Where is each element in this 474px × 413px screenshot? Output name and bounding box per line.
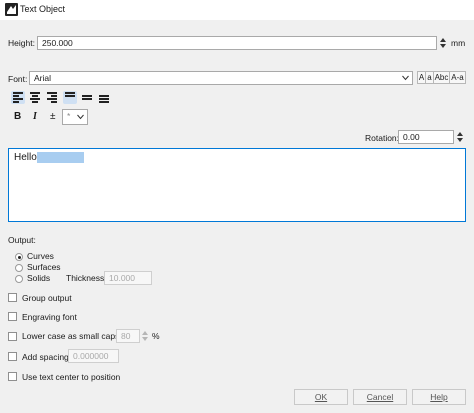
group-output-label: Group output xyxy=(22,293,72,303)
add-spacing-label: Add spacing xyxy=(22,352,69,362)
height-label: Height: xyxy=(8,38,35,48)
chevron-down-icon xyxy=(77,114,84,120)
spin-up-icon[interactable] xyxy=(457,132,463,136)
radio-curves[interactable] xyxy=(15,253,23,261)
rotation-input[interactable]: 0.00 xyxy=(398,130,454,144)
cancel-button-label: Cancel xyxy=(366,392,394,402)
lower-case-checkbox[interactable] xyxy=(8,332,17,341)
engraving-font-checkbox[interactable] xyxy=(8,312,17,321)
symbol-dropdown[interactable]: * xyxy=(62,109,88,125)
radio-solids[interactable] xyxy=(15,275,23,283)
valign-middle-button[interactable] xyxy=(80,91,94,104)
valign-top-button[interactable] xyxy=(63,91,77,104)
height-spinner[interactable] xyxy=(439,36,448,50)
height-input[interactable]: 250.000 xyxy=(37,36,437,50)
height-unit: mm xyxy=(451,38,466,48)
use-text-center-label: Use text center to position xyxy=(22,372,121,382)
add-spacing-checkbox[interactable] xyxy=(8,352,17,361)
togglecase-button[interactable]: A-a xyxy=(449,71,466,84)
ok-button[interactable]: OK xyxy=(294,389,348,405)
thickness-input[interactable]: 10.000 xyxy=(104,271,152,285)
rotation-spinner[interactable] xyxy=(456,130,465,144)
lower-case-label: Lower case as small caps xyxy=(22,331,120,341)
radio-surfaces[interactable] xyxy=(15,264,23,272)
help-button[interactable]: Help xyxy=(412,389,466,405)
align-left-button[interactable] xyxy=(11,91,25,104)
radio-solids-label: Solids xyxy=(27,273,51,283)
app-icon xyxy=(5,3,18,16)
title-bar xyxy=(0,0,474,20)
thickness-label: Thickness: xyxy=(66,273,107,283)
chevron-down-icon xyxy=(402,75,409,81)
ok-button-label: OK xyxy=(314,392,328,402)
radio-surfaces-label: Surfaces xyxy=(27,262,61,272)
radio-curves-label: Curves xyxy=(27,251,54,261)
text-input-area[interactable]: Hello xyxy=(8,148,466,222)
font-value: Arial xyxy=(34,73,52,83)
use-text-center-checkbox[interactable] xyxy=(8,372,17,381)
bold-button[interactable]: B xyxy=(14,111,21,122)
small-caps-percent-input[interactable]: 80 xyxy=(116,329,140,343)
percent-unit: % xyxy=(152,331,160,341)
symbol-value: * xyxy=(67,111,71,121)
spin-down-icon[interactable] xyxy=(440,44,446,48)
engraving-font-label: Engraving font xyxy=(22,312,77,322)
spin-down-icon[interactable] xyxy=(142,337,148,341)
small-caps-spinner[interactable] xyxy=(141,329,150,343)
valign-bottom-button[interactable] xyxy=(97,91,111,104)
titlecase-button[interactable]: Abc xyxy=(433,71,450,84)
group-output-checkbox[interactable] xyxy=(8,293,17,302)
help-button-label: Help xyxy=(430,392,448,402)
strikethrough-button[interactable]: ± xyxy=(50,111,56,122)
font-select[interactable]: Arial xyxy=(29,71,413,85)
spin-down-icon[interactable] xyxy=(457,138,463,142)
output-label: Output: xyxy=(8,235,36,245)
text-content: Hello xyxy=(14,152,37,163)
align-center-button[interactable] xyxy=(28,91,42,104)
add-spacing-input[interactable]: 0.000000 xyxy=(68,349,119,363)
font-label: Font: xyxy=(8,74,28,84)
align-right-button[interactable] xyxy=(45,91,59,104)
rotation-label: Rotation: xyxy=(365,133,400,143)
text-selection xyxy=(37,152,84,163)
spin-up-icon[interactable] xyxy=(440,38,446,42)
spin-up-icon[interactable] xyxy=(142,331,148,335)
window-title: Text Object xyxy=(20,4,66,14)
cancel-button[interactable]: Cancel xyxy=(353,389,407,405)
italic-button[interactable]: I xyxy=(33,111,37,122)
